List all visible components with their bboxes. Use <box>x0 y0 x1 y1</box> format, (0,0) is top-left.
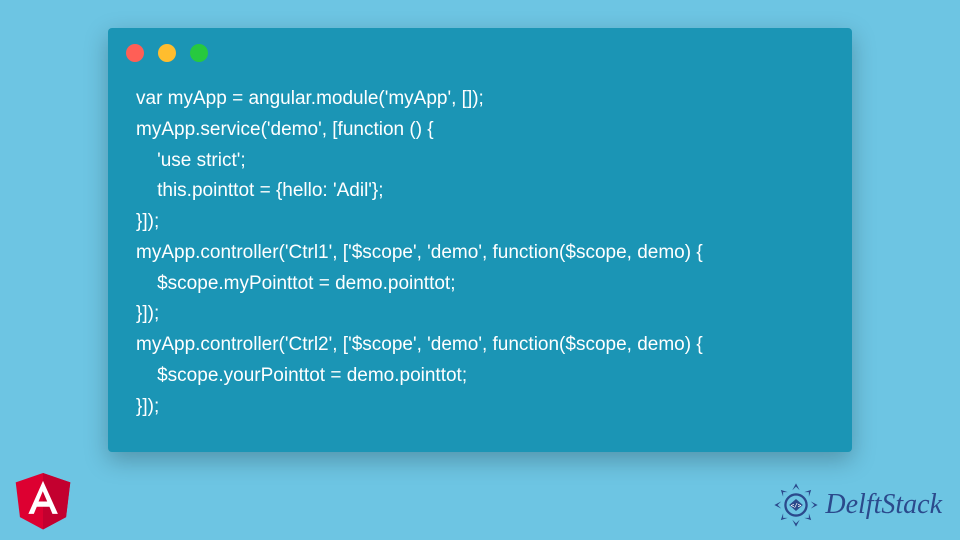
brand-name: DelftStack <box>825 489 942 521</box>
code-window: var myApp = angular.module('myApp', []);… <box>108 28 852 452</box>
maximize-icon <box>190 44 208 62</box>
minimize-icon <box>158 44 176 62</box>
code-content: var myApp = angular.module('myApp', []);… <box>108 70 852 438</box>
window-controls <box>108 28 852 70</box>
angular-logo-icon <box>12 468 74 530</box>
svg-text:</>: </> <box>791 502 802 509</box>
delftstack-brand: </> DelftStack <box>773 482 942 528</box>
close-icon <box>126 44 144 62</box>
delftstack-logo-icon: </> <box>773 482 819 528</box>
